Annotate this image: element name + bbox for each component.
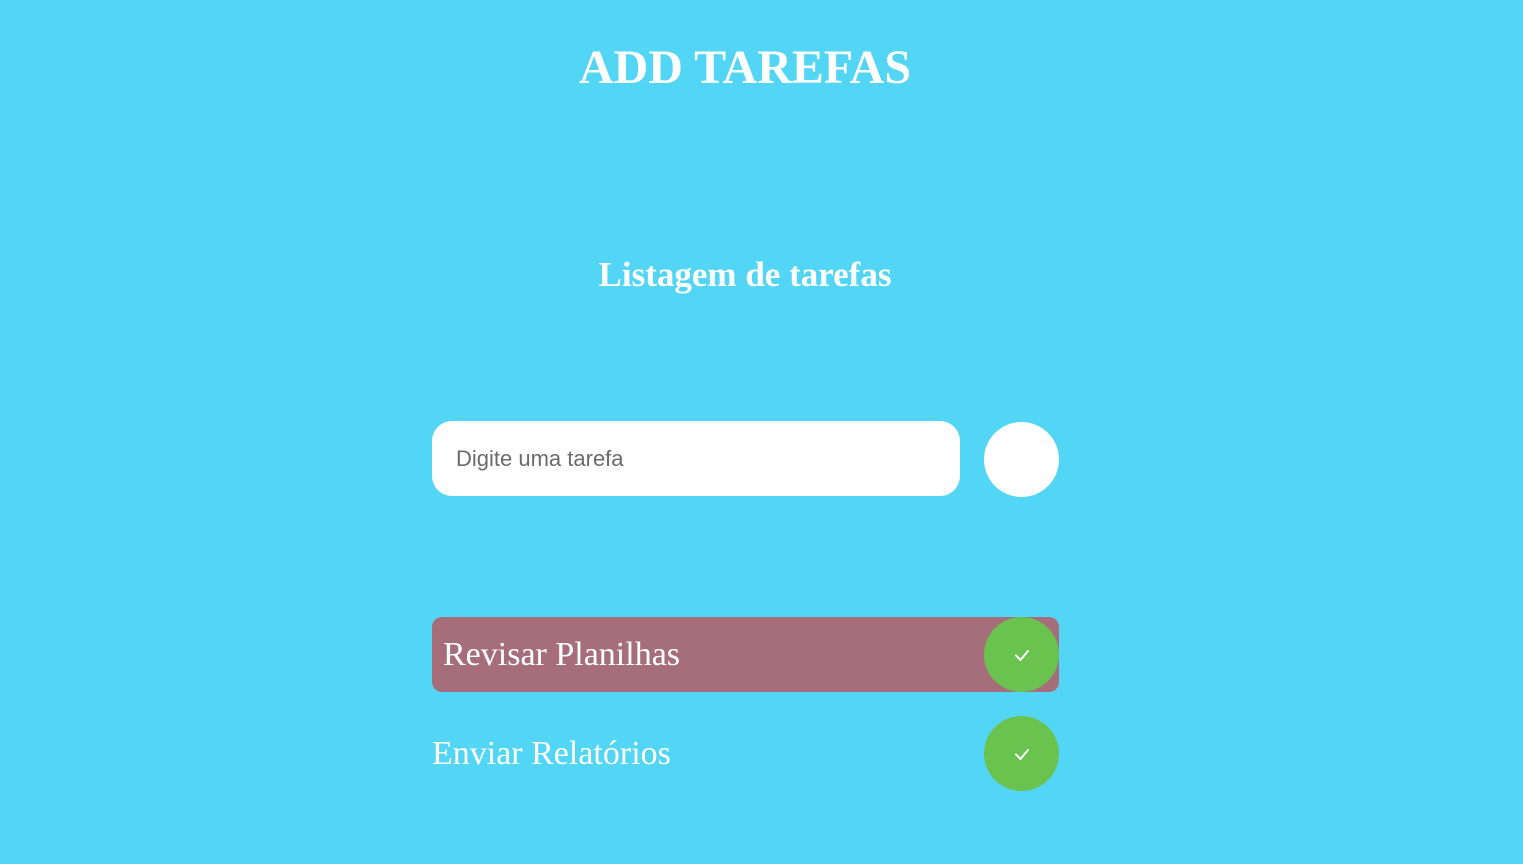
page-title: ADD TAREFAS: [578, 41, 912, 94]
task-label: Enviar Relatórios: [432, 735, 671, 772]
check-icon: [1014, 748, 1029, 760]
complete-task-button[interactable]: [984, 617, 1059, 692]
task-input[interactable]: [432, 421, 960, 496]
list-heading: Listagem de tarefas: [598, 255, 892, 294]
task-item: Enviar Relatórios: [432, 716, 1059, 791]
task-item: Revisar Planilhas: [432, 617, 1059, 692]
add-task-button[interactable]: [984, 422, 1059, 497]
task-label: Revisar Planilhas: [443, 636, 681, 673]
complete-task-button[interactable]: [984, 716, 1059, 791]
check-icon: [1014, 649, 1029, 661]
